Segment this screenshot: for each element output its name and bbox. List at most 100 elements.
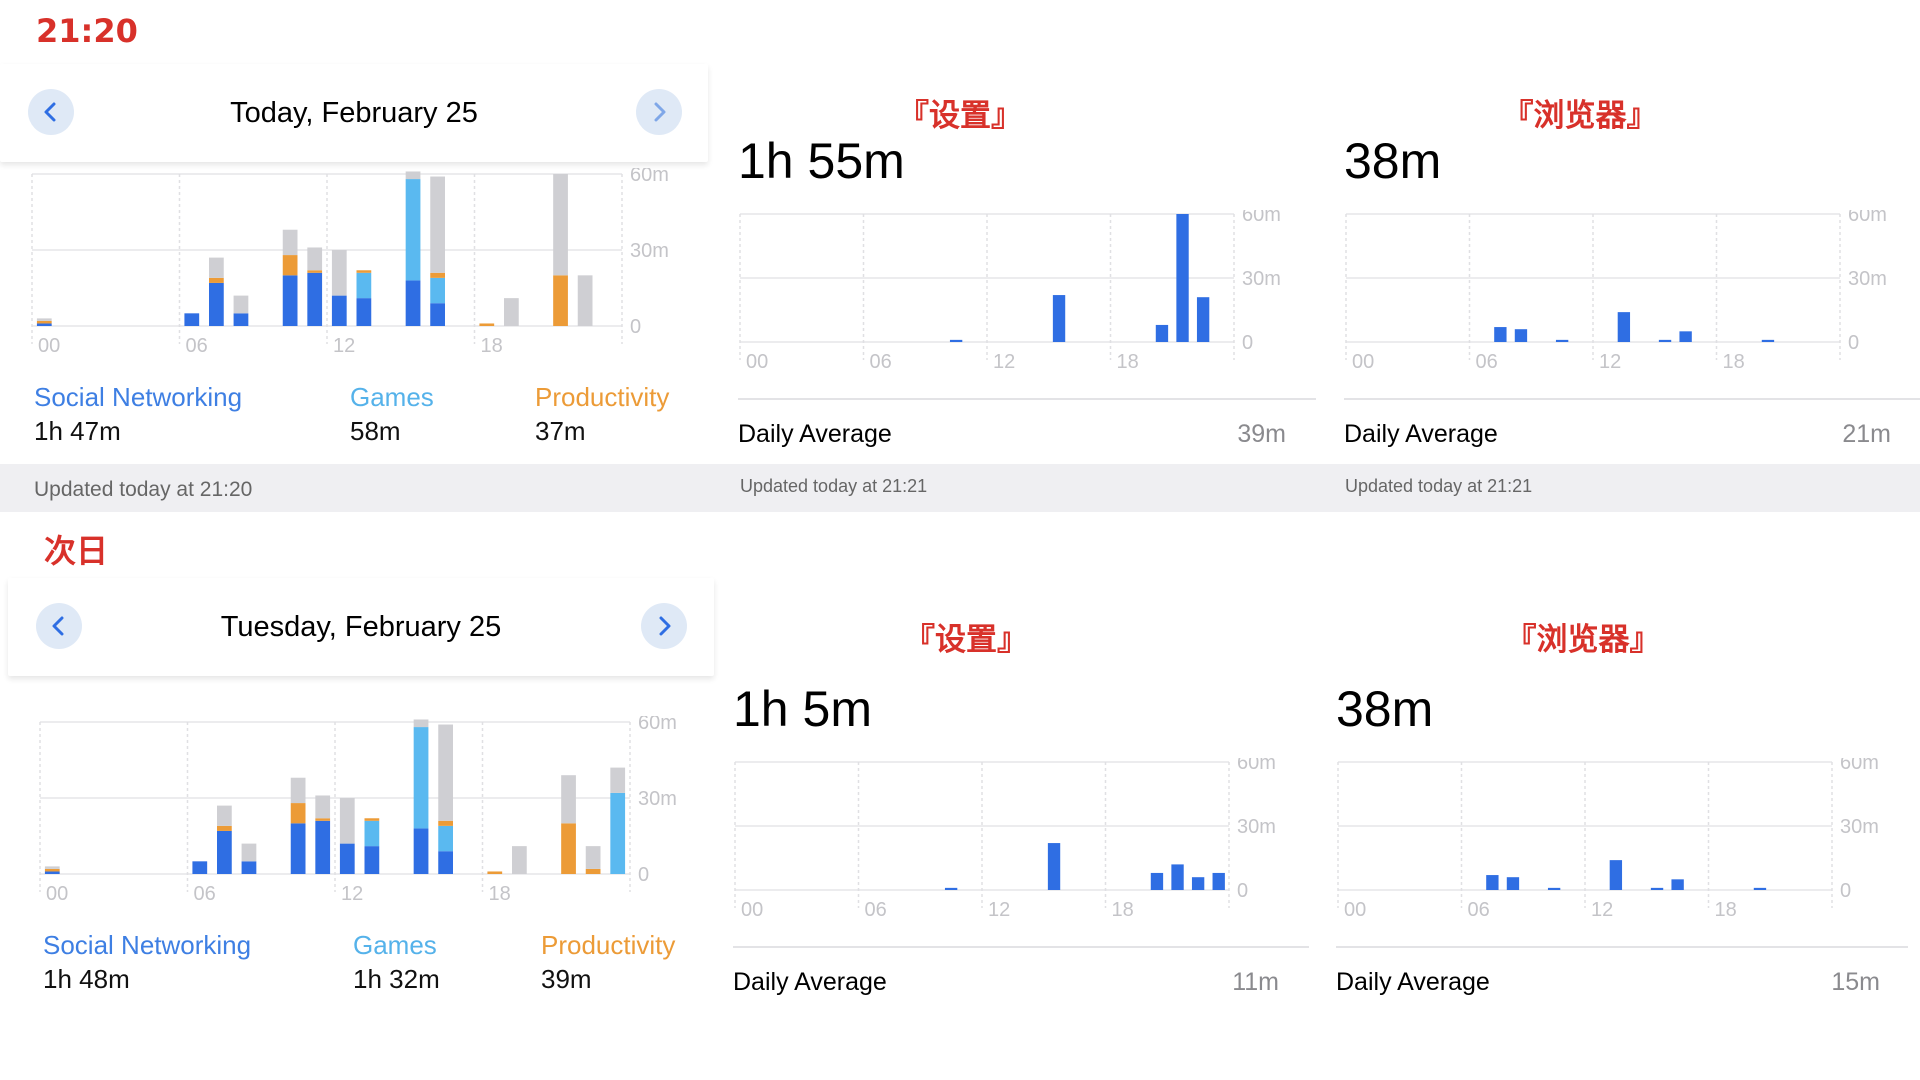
chart-bar-segment (585, 868, 601, 874)
chart-bar (1514, 329, 1528, 342)
x-tick-label: 00 (38, 335, 60, 357)
chart-bar (1753, 887, 1767, 890)
chart-bar-segment (36, 323, 52, 326)
chevron-left-icon (44, 102, 56, 122)
chart-bar-segment (413, 828, 429, 874)
chart-bar (1617, 312, 1631, 342)
date-title: Today, February 25 (0, 64, 708, 162)
x-tick-label: 12 (341, 883, 363, 905)
chart-bar-segment (413, 719, 429, 728)
chart-bar-segment (307, 270, 323, 273)
chart-bar-segment (405, 171, 421, 180)
chart-bar (1679, 331, 1692, 342)
chart-bar-segment (241, 861, 257, 874)
chart-bar-segment (282, 229, 298, 256)
prev-day-button[interactable] (28, 89, 74, 135)
chart-bar-segment (44, 871, 60, 874)
category-productivity-label: Productivity (541, 930, 676, 960)
prev-day-button[interactable] (36, 603, 82, 649)
chart-bar-segment (315, 795, 331, 819)
daily-average-label: Daily Average (738, 420, 892, 448)
y-tick-label: 0 (638, 864, 649, 886)
daily-average-value: 21m (1842, 420, 1891, 448)
chart-bar-segment (356, 298, 372, 326)
category-games-value: 1h 32m (353, 964, 440, 994)
chart-bar-segment (413, 727, 429, 829)
chart-bar-segment (356, 272, 372, 299)
chart-bar-segment (585, 846, 601, 869)
chart-bar-segment (487, 871, 503, 874)
chevron-right-icon (654, 102, 666, 122)
category-social-label: Social Networking (43, 930, 252, 960)
chart-bar-segment (241, 843, 257, 862)
chart-bar-segment (315, 820, 331, 874)
category-social-value: 1h 47m (34, 416, 121, 446)
updated-band: Updated today at 21:20 Updated today at … (0, 464, 1920, 512)
chart-top-settings: 60m30m000 06 12 18 (739, 210, 1281, 373)
chart-bar-segment (405, 179, 421, 281)
y-tick-label: 60m (1840, 758, 1879, 774)
chart-bar-segment (209, 282, 224, 326)
chart-bar (1658, 339, 1672, 342)
chart-bar-segment (561, 823, 576, 874)
chart-bar-segment (36, 318, 52, 321)
chart-bar-segment (364, 846, 380, 874)
chart-bar-segment (430, 176, 445, 273)
chart-bar (1176, 214, 1189, 342)
chart-bar-segment (339, 843, 355, 874)
updated-text: Updated today at 21:20 (34, 478, 253, 501)
chart-bar-segment (217, 825, 232, 831)
y-tick-label: 60m (638, 716, 677, 734)
browser-daily-average: Daily Average 21m (1344, 414, 1891, 454)
chart-bar-segment (331, 250, 347, 296)
chart-bar-segment (315, 818, 331, 821)
divider (1344, 398, 1920, 400)
chart-bar-segment (217, 805, 232, 826)
chevron-left-icon (52, 616, 64, 636)
category-games-label: Games (353, 930, 437, 960)
x-tick-label: 00 (741, 899, 763, 921)
chart-bar (1506, 877, 1520, 890)
daily-average-label: Daily Average (733, 968, 887, 996)
y-tick-label: 30m (1242, 268, 1281, 290)
chart-bar (1191, 877, 1205, 890)
chart-bar-segment (209, 277, 224, 283)
chart-bar-segment (610, 767, 626, 793)
chart-bar (1547, 887, 1561, 890)
next-day-button[interactable] (641, 603, 687, 649)
chart-bar-segment (512, 846, 527, 874)
chart-bar-segment (479, 323, 495, 326)
chart-bar-segment (561, 775, 576, 824)
chart-top-overall: 60m30m000 06 12 18 (31, 168, 669, 357)
chart-bottom-overall: 60m30m000 06 12 18 (39, 716, 677, 905)
chart-bar-segment (356, 270, 372, 273)
chart-bar-segment (438, 825, 453, 852)
settings-title: 『设置』 (904, 622, 1028, 658)
daily-average-value: 39m (1237, 420, 1286, 448)
chevron-right-icon (659, 616, 671, 636)
chart-bar (1196, 297, 1210, 342)
x-tick-label: 12 (988, 899, 1010, 921)
divider (1336, 946, 1908, 948)
settings-title: 『设置』 (898, 98, 1022, 134)
next-day-button[interactable] (636, 89, 682, 135)
chart-top-browser: 60m30m000 06 12 18 (1345, 210, 1887, 373)
chart-bar-segment (36, 320, 52, 324)
chart-bar (1052, 295, 1066, 342)
category-productivity-value: 37m (535, 416, 586, 446)
browser-title: 『浏览器』 (1502, 98, 1658, 134)
chart-bar (1486, 875, 1499, 890)
daily-average-value: 11m (1232, 968, 1279, 996)
next-day-annotation: 次日 (44, 532, 109, 570)
y-tick-label: 0 (1848, 332, 1859, 354)
chart-bar-segment (307, 272, 323, 326)
chart-bar (949, 339, 963, 342)
x-tick-label: 18 (1117, 351, 1139, 373)
chart-bar-segment (438, 820, 453, 826)
y-tick-label: 0 (630, 316, 641, 338)
settings-updated-text: Updated today at 21:21 (740, 476, 928, 496)
settings-daily-average: Daily Average 39m (738, 414, 1286, 454)
time-annotation: 21:20 (36, 12, 138, 50)
chart-bar (1671, 879, 1684, 890)
y-tick-label: 0 (1237, 880, 1248, 902)
